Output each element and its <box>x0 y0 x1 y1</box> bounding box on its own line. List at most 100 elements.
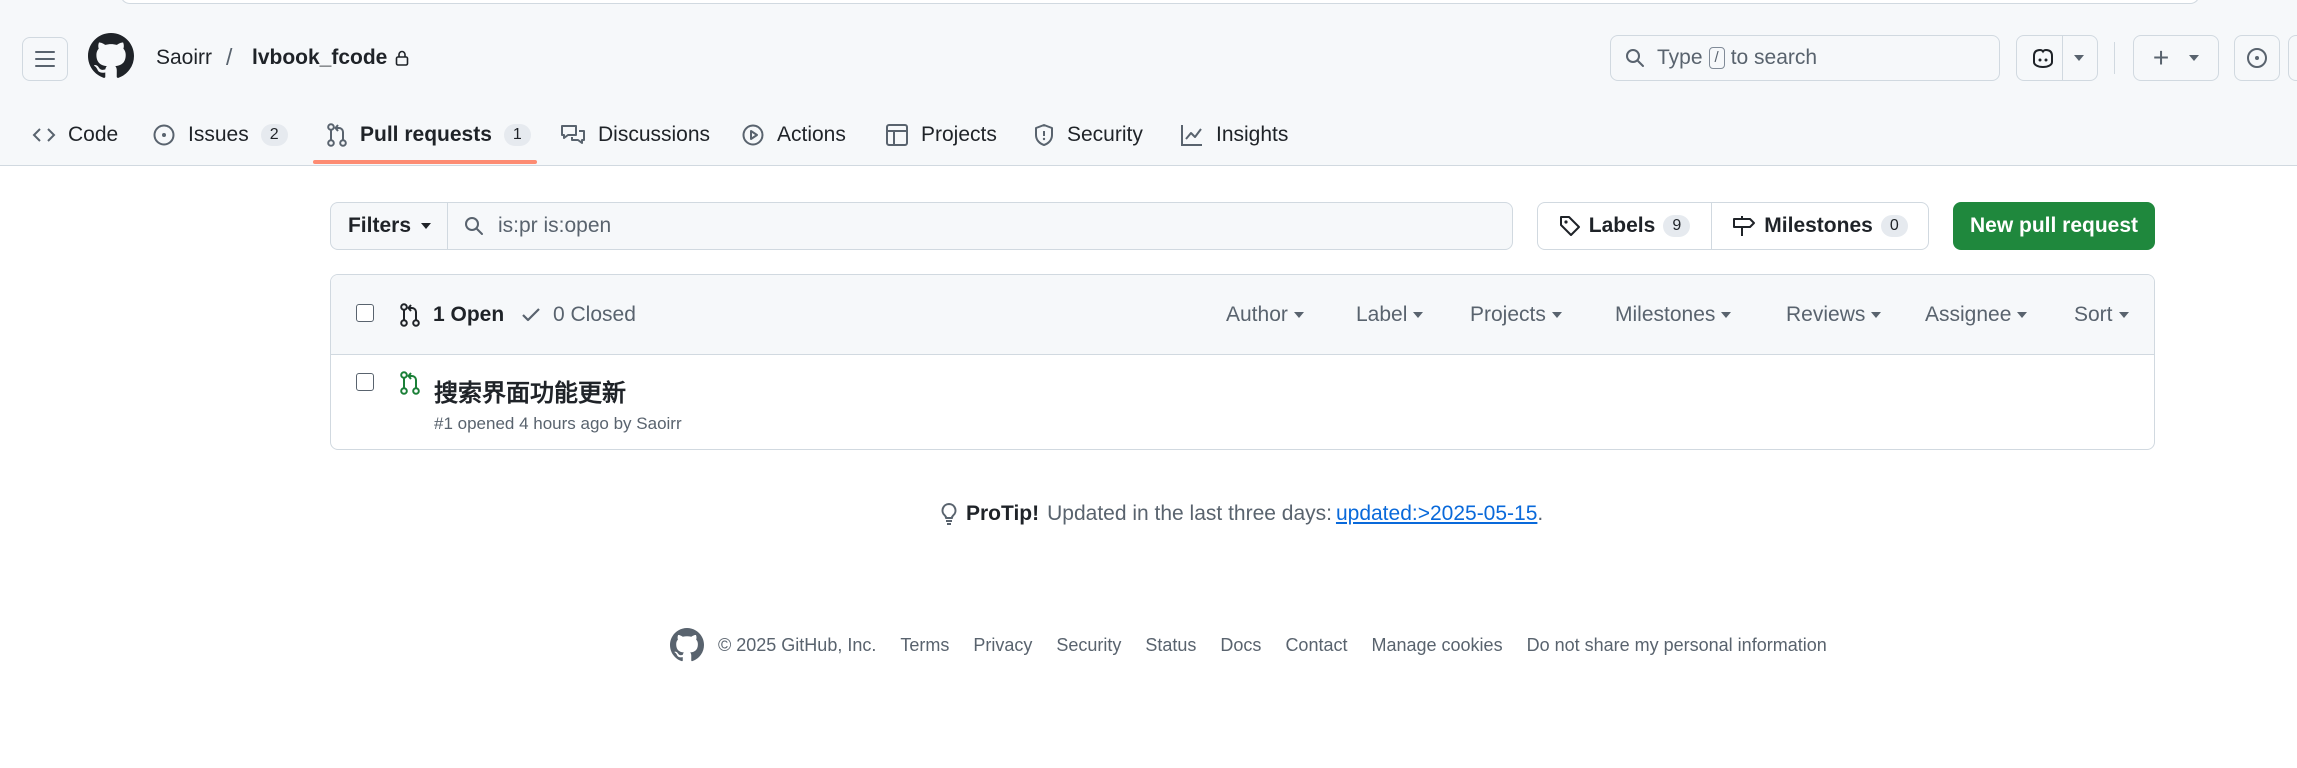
footer-link-privacy[interactable]: Privacy <box>973 635 1032 656</box>
open-filter-link[interactable]: 1 Open <box>399 303 504 327</box>
projects-filter[interactable]: Projects <box>1470 303 1562 327</box>
github-logo-icon[interactable] <box>88 33 134 79</box>
pr-row-checkbox[interactable] <box>356 373 374 391</box>
tab-code[interactable]: Code <box>32 104 118 166</box>
breadcrumb-repo[interactable]: lvbook_fcode <box>252 46 409 70</box>
tab-actions-label: Actions <box>777 123 846 146</box>
comment-discussion-icon <box>561 125 585 144</box>
filters-label: Filters <box>347 214 412 237</box>
select-all-checkbox[interactable] <box>356 304 374 322</box>
assignee-filter-label: Assignee <box>1925 303 2012 326</box>
projects-filter-label: Projects <box>1470 303 1546 326</box>
milestones-filter-label: Milestones <box>1615 303 1716 326</box>
hamburger-icon <box>35 51 55 67</box>
global-search-input[interactable]: Type / to search <box>1610 35 2000 81</box>
sort-filter[interactable]: Sort <box>2074 303 2129 327</box>
table-icon <box>886 124 908 146</box>
chevron-down-icon <box>2017 312 2028 318</box>
chevron-down-icon <box>421 223 432 229</box>
chevron-down-icon <box>2189 55 2200 61</box>
protip-label: ProTip! <box>966 502 1040 525</box>
search-prefix: Type <box>1657 46 1703 69</box>
protip: ProTip! Updated in the last three days: … <box>940 502 1543 526</box>
footer-link-manage-cookies[interactable]: Manage cookies <box>1371 635 1502 656</box>
footer-link-terms[interactable]: Terms <box>900 635 949 656</box>
menu-button[interactable] <box>22 37 68 81</box>
pull-requests-count-badge: 1 <box>503 124 531 146</box>
tab-security-label: Security <box>1067 123 1143 146</box>
tab-pull-requests[interactable]: Pull requests 1 <box>326 104 531 166</box>
milestones-button[interactable]: Milestones 0 <box>1711 202 1929 250</box>
footer-link-status[interactable]: Status <box>1145 635 1196 656</box>
tab-code-label: Code <box>68 123 119 146</box>
lock-icon <box>396 50 409 66</box>
check-icon <box>522 308 540 322</box>
copilot-button[interactable] <box>2016 35 2098 81</box>
milestones-count-badge: 0 <box>1880 215 1908 237</box>
footer-link-do-not-share[interactable]: Do not share my personal information <box>1527 635 1827 656</box>
labels-button[interactable]: Labels 9 <box>1537 202 1712 250</box>
label-filter[interactable]: Label <box>1356 303 1424 327</box>
light-bulb-icon <box>941 503 957 525</box>
search-icon <box>1626 49 1644 67</box>
closed-filter-link[interactable]: 0 Closed <box>521 303 636 327</box>
git-pull-request-icon <box>400 303 420 327</box>
protip-link[interactable]: updated:>2025-05-15 <box>1336 502 1537 525</box>
issues-shortcut-button[interactable] <box>2234 35 2280 81</box>
search-shortcut-key: / <box>1708 47 1725 69</box>
search-suffix: to search <box>1730 46 1818 69</box>
pull-requests-shortcut-button[interactable] <box>2288 35 2297 81</box>
repo-name[interactable]: lvbook_fcode <box>252 46 387 70</box>
reviews-filter[interactable]: Reviews <box>1786 303 1882 327</box>
header-divider <box>2114 42 2115 74</box>
chevron-down-icon <box>2074 55 2084 61</box>
graph-icon <box>1181 125 1202 146</box>
labels-count-badge: 9 <box>1663 215 1691 237</box>
list-header: 1 Open 0 Closed Author Label Projects Mi… <box>331 275 2154 355</box>
closed-count-label: 0 Closed <box>553 303 636 326</box>
tab-projects[interactable]: Projects <box>885 104 997 166</box>
tag-icon <box>1559 216 1580 236</box>
sort-filter-label: Sort <box>2074 303 2113 326</box>
author-filter[interactable]: Author <box>1226 303 1304 327</box>
footer-link-contact[interactable]: Contact <box>1285 635 1347 656</box>
pr-search-query: is:pr is:open <box>498 214 612 237</box>
pr-search-input[interactable]: is:pr is:open <box>447 202 1513 250</box>
tab-insights-label: Insights <box>1216 123 1289 146</box>
footer-link-security[interactable]: Security <box>1056 635 1121 656</box>
chevron-down-icon <box>1551 312 1562 318</box>
footer-copyright: © 2025 GitHub, Inc. <box>718 634 877 655</box>
breadcrumb-separator: / <box>226 44 233 70</box>
issue-opened-icon <box>153 124 175 146</box>
plus-icon: + <box>2152 42 2170 73</box>
active-tab-indicator <box>313 160 537 164</box>
filters-dropdown-button[interactable]: Filters <box>330 202 448 250</box>
chevron-down-icon <box>1413 312 1424 318</box>
browser-strip <box>120 0 2200 4</box>
shield-icon <box>1035 124 1053 146</box>
milestones-filter[interactable]: Milestones <box>1615 303 1732 327</box>
new-pull-request-button[interactable]: New pull request <box>1953 202 2155 250</box>
chevron-down-icon <box>1293 312 1304 318</box>
tab-discussions[interactable]: Discussions <box>560 104 710 166</box>
footer-link-docs[interactable]: Docs <box>1220 635 1261 656</box>
milestone-icon <box>1733 216 1756 236</box>
protip-text: Updated in the last three days: <box>1047 502 1332 525</box>
code-icon <box>32 128 56 142</box>
search-icon <box>465 217 483 235</box>
assignee-filter[interactable]: Assignee <box>1925 303 2028 327</box>
breadcrumb-owner[interactable]: Saoirr <box>156 46 212 70</box>
app-header: Saoirr / lvbook_fcode Type / to search + <box>0 0 2297 166</box>
tab-insights[interactable]: Insights <box>1180 104 1288 166</box>
open-count-label: 1 Open <box>433 303 505 326</box>
reviews-filter-label: Reviews <box>1786 303 1866 326</box>
git-pull-request-open-icon <box>400 371 420 395</box>
tab-security[interactable]: Security <box>1033 104 1143 166</box>
pr-meta: #1 opened 4 hours ago by Saoirr <box>434 414 682 433</box>
tab-issues[interactable]: Issues 2 <box>152 104 288 166</box>
tab-pull-requests-label: Pull requests <box>360 123 492 146</box>
github-logo-icon[interactable] <box>670 628 704 662</box>
create-new-button[interactable]: + <box>2133 35 2219 81</box>
tab-actions[interactable]: Actions <box>741 104 846 166</box>
pr-title-link[interactable]: 搜索界面功能更新 <box>434 373 626 408</box>
